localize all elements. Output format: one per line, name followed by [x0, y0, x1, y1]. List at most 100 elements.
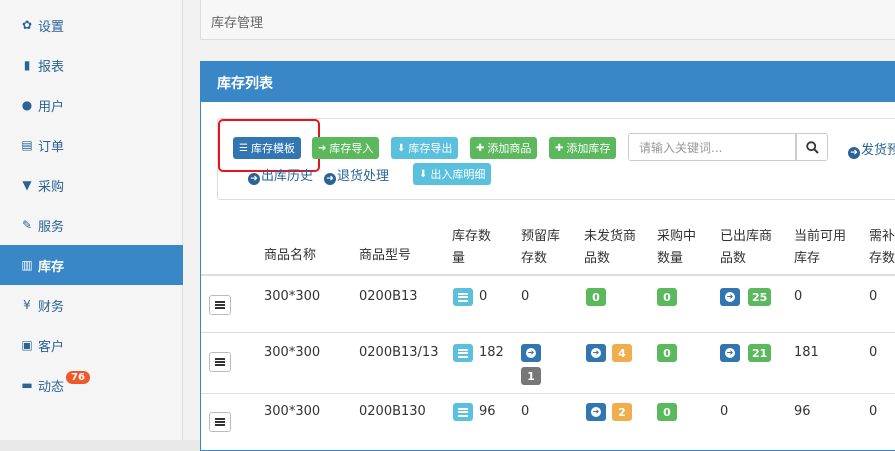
sidebar-item-label: 客户	[38, 339, 65, 355]
menu-icon	[215, 418, 225, 426]
sidebar-item-activity[interactable]: ▬ 动态 76	[0, 365, 183, 405]
sidebar-item-users[interactable]: ● 用户	[0, 85, 183, 125]
download-icon: ⬇	[419, 168, 428, 180]
sidebar-item-label: 报表	[38, 59, 65, 75]
cell-need: 0	[869, 289, 878, 304]
unshipped-arrow-button[interactable]: ➜	[586, 403, 606, 421]
list-icon: ☰	[239, 142, 248, 154]
gear-icon: ✿	[21, 18, 33, 32]
barcode-icon: ▥	[21, 258, 33, 272]
cell-need: 0	[869, 404, 878, 419]
wrench-icon: ✎	[21, 218, 33, 232]
unshipped-count-badge[interactable]: 4	[612, 344, 632, 362]
cell-stock: 0	[479, 289, 488, 304]
sidebar-item-label: 设置	[38, 19, 65, 35]
unshipped-count-badge[interactable]: 2	[612, 403, 632, 421]
sidebar-item-label: 订单	[38, 139, 65, 155]
unshipped-badge[interactable]: 0	[586, 288, 606, 306]
inventory-export-button[interactable]: ⬇ 库存导出	[391, 137, 459, 159]
search-input[interactable]: 请输入关键词...	[628, 133, 796, 161]
cell-available: 181	[794, 345, 819, 360]
cell-stock: 182	[479, 345, 504, 360]
sidebar-item-label: 用户	[38, 99, 65, 115]
sidebar-item-finance[interactable]: ¥ 财务	[0, 285, 183, 325]
row-menu-button[interactable]	[209, 412, 231, 432]
list-icon	[458, 407, 468, 417]
arrow-right-icon: ➜	[324, 173, 336, 185]
divider	[201, 332, 895, 333]
add-stock-button[interactable]: ✚ 添加库存	[549, 137, 617, 159]
purchasing-badge[interactable]: 0	[657, 403, 677, 421]
reserved-count-badge[interactable]: 1	[521, 367, 541, 385]
row-menu-button[interactable]	[209, 352, 231, 372]
cart-icon: ▼	[22, 178, 32, 192]
add-product-button[interactable]: ✚ 添加商品	[470, 137, 538, 159]
col-stock: 库存数量	[452, 229, 492, 266]
returns-link[interactable]: ➜ 退货处理	[324, 165, 389, 185]
inventory-panel: 库存列表 ☰ 库存模板 ➜ 库存导入 ⬇ 库存导出 ✚ 添加商品 ✚ 添加库存 请输入关键…	[200, 61, 895, 451]
col-model: 商品型号	[359, 248, 412, 263]
col-purchasing: 采购中 数量	[657, 229, 697, 266]
plus-icon: ✚	[476, 142, 485, 154]
shipped-arrow-button[interactable]: ➜	[720, 288, 740, 306]
purchasing-badge[interactable]: 0	[657, 288, 677, 306]
sidebar-item-label: 动态	[38, 379, 65, 395]
stock-list-button[interactable]	[453, 344, 473, 362]
sidebar-item-reports[interactable]: ▮ 报表	[0, 45, 183, 85]
stock-list-button[interactable]	[453, 403, 473, 421]
cell-need: 0	[869, 345, 878, 360]
sidebar-item-purchase[interactable]: ▼ 采购	[0, 165, 183, 205]
sidebar-item-inventory[interactable]: ▥ 库存	[0, 245, 183, 285]
cell-available: 0	[794, 289, 803, 304]
user-icon: ●	[21, 98, 33, 112]
sidebar-item-label: 财务	[38, 299, 65, 315]
ship-link[interactable]: ➜ 发货预	[848, 139, 895, 159]
plus-icon: ✚	[555, 142, 564, 154]
cell-model: 0200B13/13	[359, 345, 439, 360]
row-menu-button[interactable]	[209, 295, 231, 315]
cell-available: 96	[794, 404, 811, 419]
sidebar-item-label: 采购	[38, 179, 65, 195]
col-need: 需补 存数	[869, 229, 895, 266]
reserved-arrow-button[interactable]: ➜	[521, 344, 541, 362]
menu-icon	[215, 301, 225, 309]
sidebar-item-settings[interactable]: ✿ 设置	[0, 5, 183, 45]
sidebar-item-customers[interactable]: ▣ 客户	[0, 325, 183, 365]
cell-shipped: 0	[720, 404, 729, 419]
arrow-right-icon: ➜	[526, 348, 536, 358]
list-icon	[458, 348, 468, 358]
col-available: 当前可用 库存	[794, 229, 847, 266]
sidebar-item-label: 服务	[38, 219, 65, 235]
inout-detail-button[interactable]: ⬇ 出入库明细	[413, 163, 492, 185]
purchasing-badge[interactable]: 0	[657, 344, 677, 362]
sidebar-item-service[interactable]: ✎ 服务	[0, 205, 183, 245]
cell-name: 300*300	[264, 404, 321, 419]
sidebar-item-orders[interactable]: ▤ 订单	[0, 125, 183, 165]
inventory-import-button[interactable]: ➜ 库存导入	[312, 137, 380, 159]
stock-list-button[interactable]	[453, 288, 473, 306]
shipped-count-badge[interactable]: 21	[748, 344, 772, 362]
cell-model: 0200B13	[359, 289, 418, 304]
search-button[interactable]	[796, 133, 828, 161]
download-icon: ⬇	[397, 142, 406, 154]
shipped-arrow-button[interactable]: ➜	[720, 344, 740, 362]
inventory-template-button[interactable]: ☰ 库存模板	[233, 137, 301, 159]
import-icon: ➜	[318, 142, 327, 154]
out-history-link[interactable]: ➜ 出库历史	[248, 165, 313, 185]
col-unshipped: 未发货商 品数	[584, 229, 637, 266]
menu-icon	[215, 358, 225, 366]
shipped-count-badge[interactable]: 25	[748, 288, 772, 306]
list-icon	[458, 292, 468, 302]
unshipped-arrow-button[interactable]: ➜	[586, 344, 606, 362]
arrow-right-icon: ➜	[848, 147, 860, 159]
divider	[201, 274, 895, 276]
sidebar: ✿ 设置 ▮ 报表 ● 用户 ▤ 订单 ▼ 采购 ✎ 服务 ▥ 库存 ¥ 财务 ▣ 客户 ▬ 动态 7…	[0, 0, 183, 440]
arrow-right-icon: ➜	[725, 348, 735, 358]
comment-icon: ▬	[21, 378, 33, 392]
col-reserved: 预留库 存数	[521, 229, 561, 266]
cell-reserved: 0	[521, 289, 530, 304]
arrow-right-icon: ➜	[725, 292, 735, 302]
sidebar-item-label: 库存	[38, 259, 65, 275]
cell-model: 0200B130	[359, 404, 426, 419]
col-shipped: 已出库商 品数	[720, 229, 773, 266]
